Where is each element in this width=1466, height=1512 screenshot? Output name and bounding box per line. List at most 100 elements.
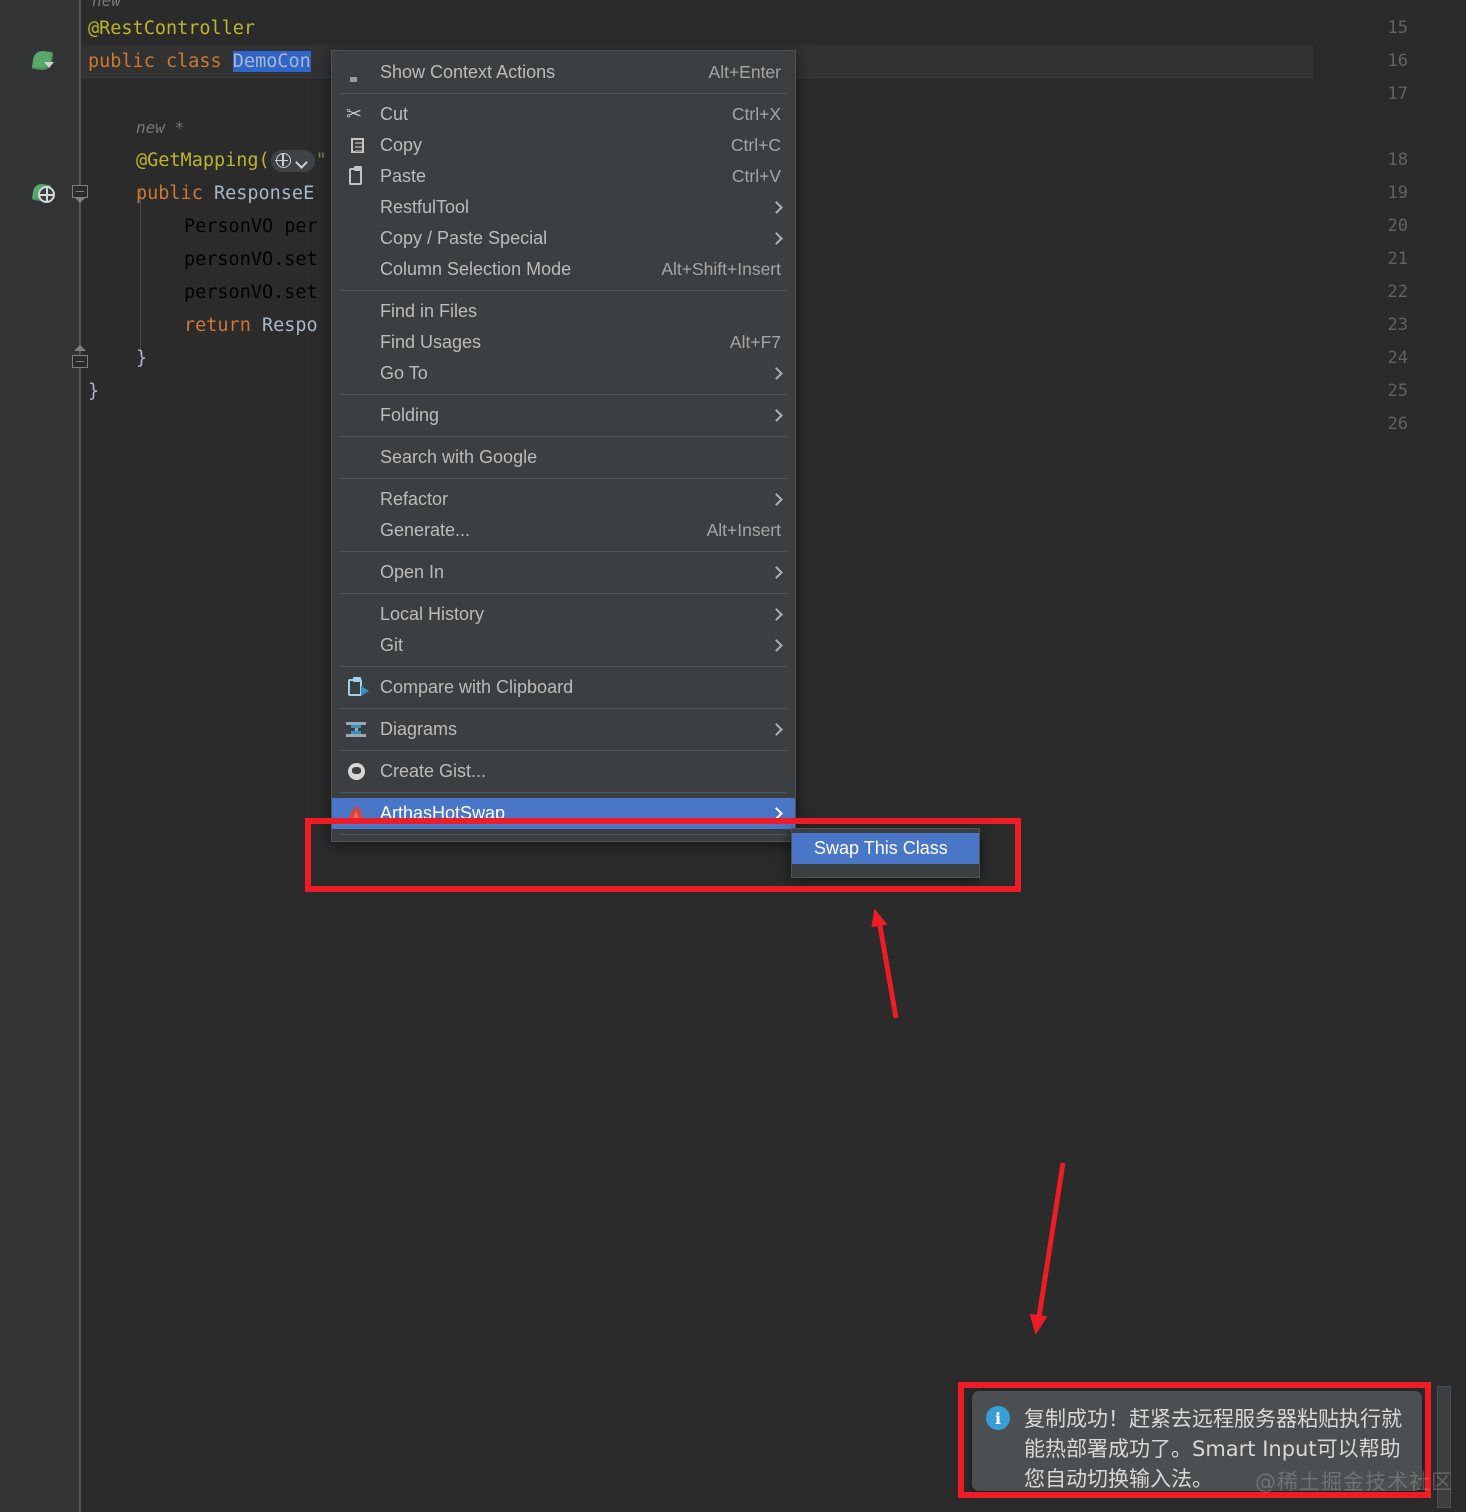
keyword-token: return [184, 315, 262, 336]
code-line-25: } [88, 381, 100, 402]
menu-item-label: Folding [380, 405, 440, 425]
menu-item-label: Copy / Paste Special [380, 228, 548, 248]
annotation-token: @RestController [88, 18, 256, 39]
menu-separator [340, 708, 787, 709]
code-line-18: @GetMapping( " [136, 144, 327, 177]
menu-item-label: Cut [380, 104, 409, 124]
menu-separator [340, 792, 787, 793]
clipboard-icon [346, 166, 380, 185]
getmapping-annotation: @GetMapping( [136, 150, 270, 171]
menu-item-generate[interactable]: Generate... Alt+Insert [332, 515, 795, 546]
menu-separator [340, 290, 787, 291]
code-line-23: return Respo [184, 309, 318, 342]
selected-class-name: DemoCon [232, 51, 311, 72]
watermark: @稀土掘金技术社区 [1255, 1470, 1453, 1494]
menu-item-copy-paste-special[interactable]: Copy / Paste Special [332, 223, 795, 254]
submenu-item-swap-this-class[interactable]: Swap This Class [792, 833, 979, 864]
menu-item-restfultool[interactable]: RestfulTool [332, 192, 795, 223]
compare-clipboard-icon [346, 677, 380, 696]
spring-bean-icon[interactable] [31, 49, 55, 73]
menu-item-label: Go To [380, 363, 428, 383]
chevron-right-icon [770, 493, 783, 506]
info-icon: i [986, 1406, 1010, 1430]
type-token: ResponseE [213, 183, 315, 204]
keyword-token: public class [88, 51, 233, 72]
menu-item-label: Open In [380, 562, 445, 582]
menu-item-arthas-hot-swap[interactable]: ArthasHotSwap [332, 798, 795, 829]
run-endpoint-icon[interactable] [270, 150, 315, 172]
menu-item-label: Git [380, 635, 404, 655]
menu-item-local-history[interactable]: Local History [332, 599, 795, 630]
menu-item-show-context-actions[interactable]: Show Context Actions Alt+Enter [332, 57, 795, 88]
menu-separator [340, 666, 787, 667]
menu-item-paste[interactable]: Paste Ctrl+V [332, 161, 795, 192]
editor-context-menu[interactable]: Show Context Actions Alt+Enter ✂ Cut Ctr… [331, 50, 796, 842]
menu-item-find-in-files[interactable]: Find in Files [332, 296, 795, 327]
flame-glyph [350, 803, 362, 823]
spring-endpoint-icon[interactable] [31, 182, 55, 206]
menu-item-create-gist[interactable]: Create Gist... [332, 756, 795, 787]
menu-item-open-in[interactable]: Open In [332, 557, 795, 588]
menu-item-label: Column Selection Mode [380, 259, 572, 279]
menu-separator [340, 593, 787, 594]
menu-item-diagrams[interactable]: Diagrams [332, 714, 795, 745]
menu-item-compare-with-clipboard[interactable]: Compare with Clipboard [332, 672, 795, 703]
editor-gutter[interactable] [0, 0, 80, 1512]
menu-item-label: Generate... [380, 520, 471, 540]
menu-item-label: Find in Files [380, 301, 478, 321]
menu-item-folding[interactable]: Folding [332, 400, 795, 431]
chevron-right-icon [770, 409, 783, 422]
scissors-icon: ✂ [346, 104, 362, 125]
menu-item-label: RestfulTool [380, 197, 470, 217]
menu-item-refactor[interactable]: Refactor [332, 484, 795, 515]
chevron-right-icon [770, 566, 783, 579]
menu-item-accel: Alt+Enter [708, 62, 781, 82]
identifier-token: Respo [261, 315, 318, 336]
submenu-item-label: Swap This Class [814, 838, 948, 858]
chevron-right-icon [770, 608, 783, 621]
menu-item-label: Copy [380, 135, 423, 155]
chevron-right-icon [770, 807, 783, 820]
menu-item-label: Local History [380, 604, 485, 624]
menu-separator [340, 750, 787, 751]
chevron-right-icon [770, 201, 783, 214]
keyword-token: public [136, 183, 214, 204]
menu-separator [340, 834, 787, 835]
menu-item-label: Refactor [380, 489, 449, 509]
menu-separator [340, 394, 787, 395]
menu-item-label: Diagrams [380, 719, 458, 739]
menu-item-copy[interactable]: Copy Ctrl+C [332, 130, 795, 161]
code-line-21: personVO.set [184, 249, 318, 270]
menu-item-accel: Alt+Insert [706, 520, 781, 540]
menu-item-go-to[interactable]: Go To [332, 358, 795, 389]
diagrams-icon [346, 721, 380, 738]
code-line-24: } [136, 348, 148, 369]
arrow-to-swap-this-class [871, 908, 899, 1019]
menu-item-label: ArthasHotSwap [380, 803, 506, 823]
code-line-22: personVO.set [184, 282, 318, 303]
code-line-15: @RestController [88, 12, 255, 45]
menu-item-column-selection-mode[interactable]: Column Selection Mode Alt+Shift+Insert [332, 254, 795, 285]
lightbulb-icon [346, 63, 380, 83]
menu-separator [340, 478, 787, 479]
string-token: " [315, 150, 327, 171]
menu-item-accel: Ctrl+C [730, 135, 781, 155]
flame-icon [346, 803, 380, 825]
menu-separator [340, 436, 787, 437]
menu-item-label: Create Gist... [380, 761, 487, 781]
menu-item-label: Show Context Actions [380, 62, 556, 82]
arthas-hot-swap-submenu[interactable]: Swap This Class [791, 828, 980, 878]
menu-item-git[interactable]: Git [332, 630, 795, 661]
code-line-16: public class DemoCon [88, 45, 311, 78]
arrow-to-notification [1029, 1162, 1066, 1335]
menu-item-accel: Alt+Shift+Insert [661, 259, 781, 279]
code-line-20: PersonVO per [184, 216, 318, 237]
menu-item-accel: Ctrl+X [731, 104, 781, 124]
menu-item-search-with-google[interactable]: Search with Google [332, 442, 795, 473]
code-line-17-hint: new * [136, 118, 185, 137]
ide-screenshot: 15 16 17 18 19 20 21 22 23 24 25 26 new [0, 0, 1466, 1512]
copy-icon [346, 137, 380, 155]
fold-rail [80, 0, 81, 1512]
menu-item-cut[interactable]: ✂ Cut Ctrl+X [332, 99, 795, 130]
menu-item-find-usages[interactable]: Find Usages Alt+F7 [332, 327, 795, 358]
